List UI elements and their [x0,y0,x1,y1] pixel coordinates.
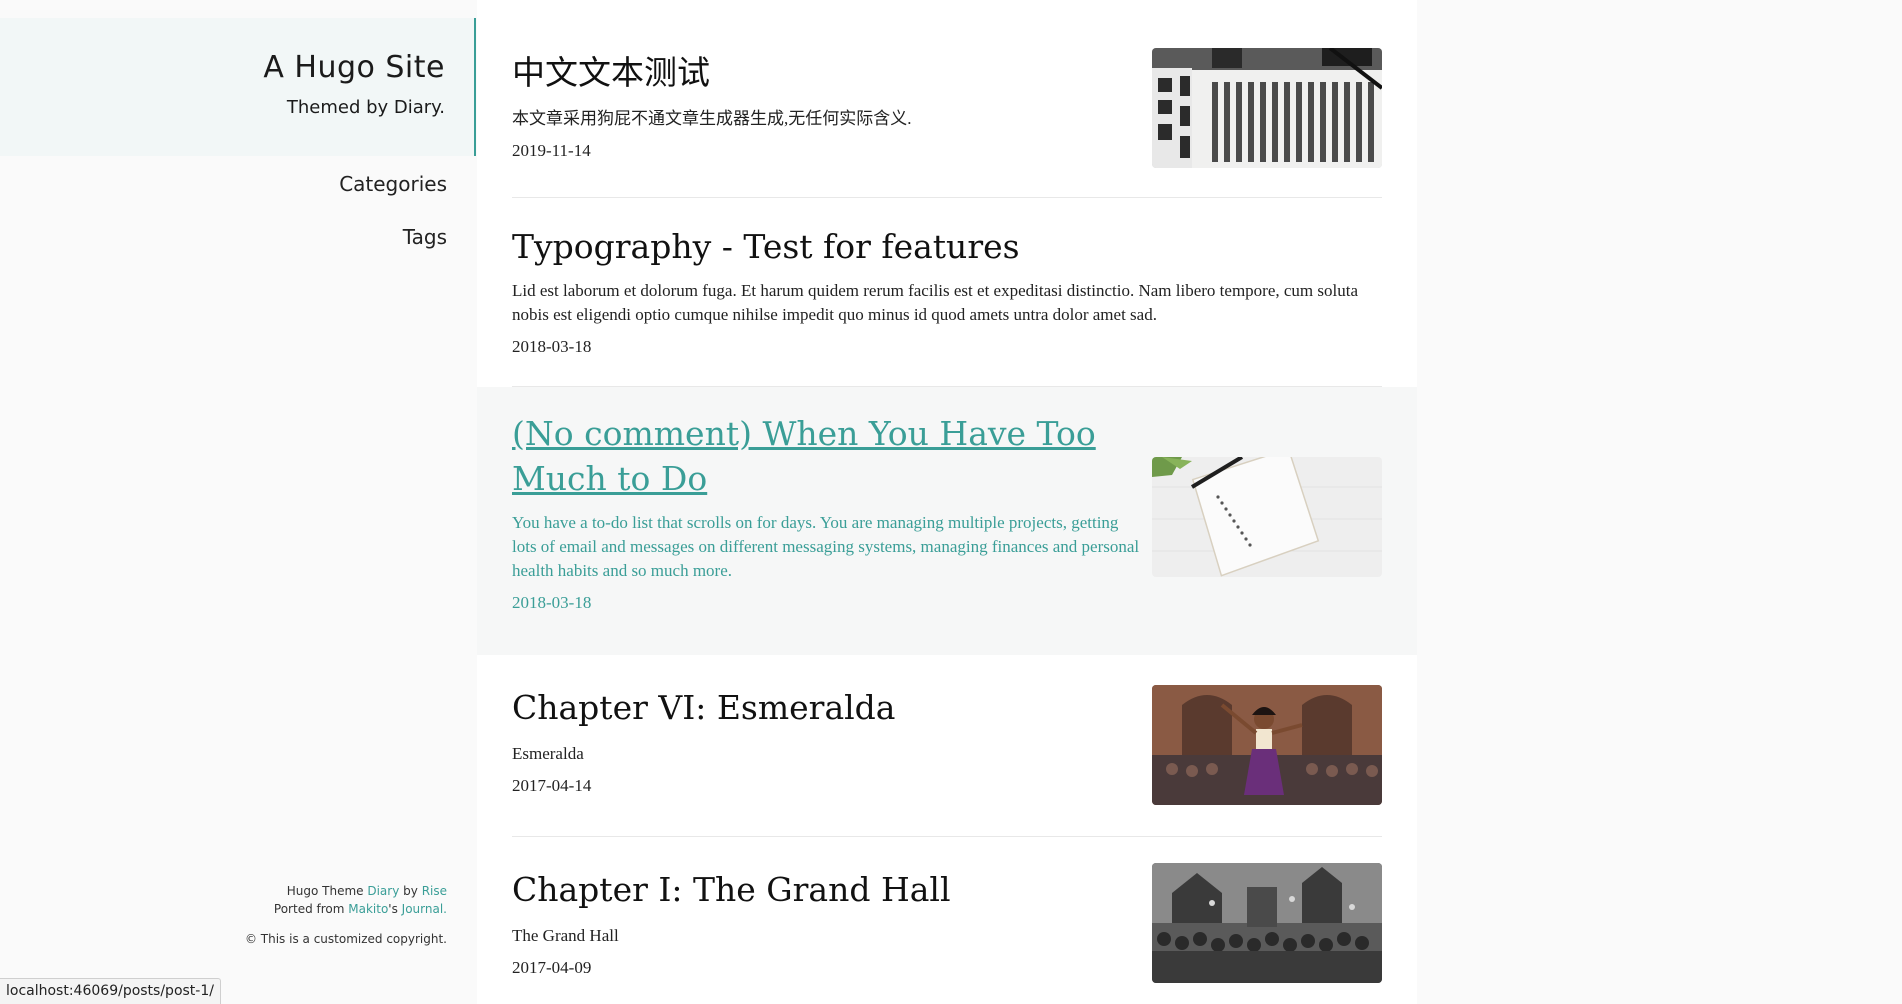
page: A Hugo Site Themed by Diary. Categories … [0,0,1902,1004]
sidebar-footer: Hugo Theme Diary by Rise Ported from Mak… [245,882,447,948]
post-date: 2018-03-18 [512,337,592,356]
post-item[interactable]: (No comment) When You Have Too Much to D… [477,387,1417,655]
post-item[interactable]: Chapter I: The Grand Hall The Grand Hall… [477,837,1417,1004]
post-title[interactable]: Typography - Test for features [512,224,1382,269]
ported-credit: Ported from Makito's Journal. [245,900,447,918]
post-item[interactable]: Chapter VI: Esmeralda Esmeralda 2017-04-… [477,655,1417,837]
sidebar: A Hugo Site Themed by Diary. Categories … [0,0,476,1004]
esmeralda-image[interactable] [1152,685,1382,805]
status-bar-url: localhost:46069/posts/post-1/ [0,978,221,1004]
site-header: A Hugo Site Themed by Diary. [0,18,476,156]
ported-suffix: 's [388,902,402,916]
notebook-image[interactable] [1152,457,1382,577]
theme-credit-by: by [399,884,422,898]
post-item[interactable]: 中文文本测试 本文章采用狗屁不通文章生成器生成,无任何实际含义. 2019-11… [477,0,1417,198]
site-title[interactable]: A Hugo Site [0,50,445,85]
post-excerpt: You have a to-do list that scrolls on fo… [512,513,1140,580]
makito-link[interactable]: Makito [348,902,388,916]
theme-author-link[interactable]: Rise [422,884,447,898]
ported-prefix: Ported from [273,902,349,916]
post-title[interactable]: (No comment) When You Have Too Much to D… [512,411,1142,501]
post-item[interactable]: Typography - Test for features Lid est l… [477,198,1417,387]
post-title[interactable]: 中文文本测试 [512,50,1132,95]
sidebar-nav: Categories Tags [339,172,447,278]
theme-credit-prefix: Hugo Theme [286,884,368,898]
journal-link[interactable]: Journal. [402,902,447,916]
nav-item-categories[interactable]: Categories [339,172,447,196]
theme-diary-link[interactable]: Diary [367,884,399,898]
copyright: © This is a customized copyright. [244,932,447,946]
theme-credit: Hugo Theme Diary by Rise [245,882,447,900]
post-excerpt: Lid est laborum et dolorum fuga. Et haru… [512,281,1359,324]
grand-hall-image[interactable] [1152,863,1382,983]
site-subtitle: Themed by Diary. [286,97,445,118]
chinese-calligraphy-image[interactable] [1152,48,1382,168]
post-list: 中文文本测试 本文章采用狗屁不通文章生成器生成,无任何实际含义. 2019-11… [477,0,1417,1004]
post-date: 2018-03-18 [512,593,592,612]
nav-item-tags[interactable]: Tags [339,225,447,249]
